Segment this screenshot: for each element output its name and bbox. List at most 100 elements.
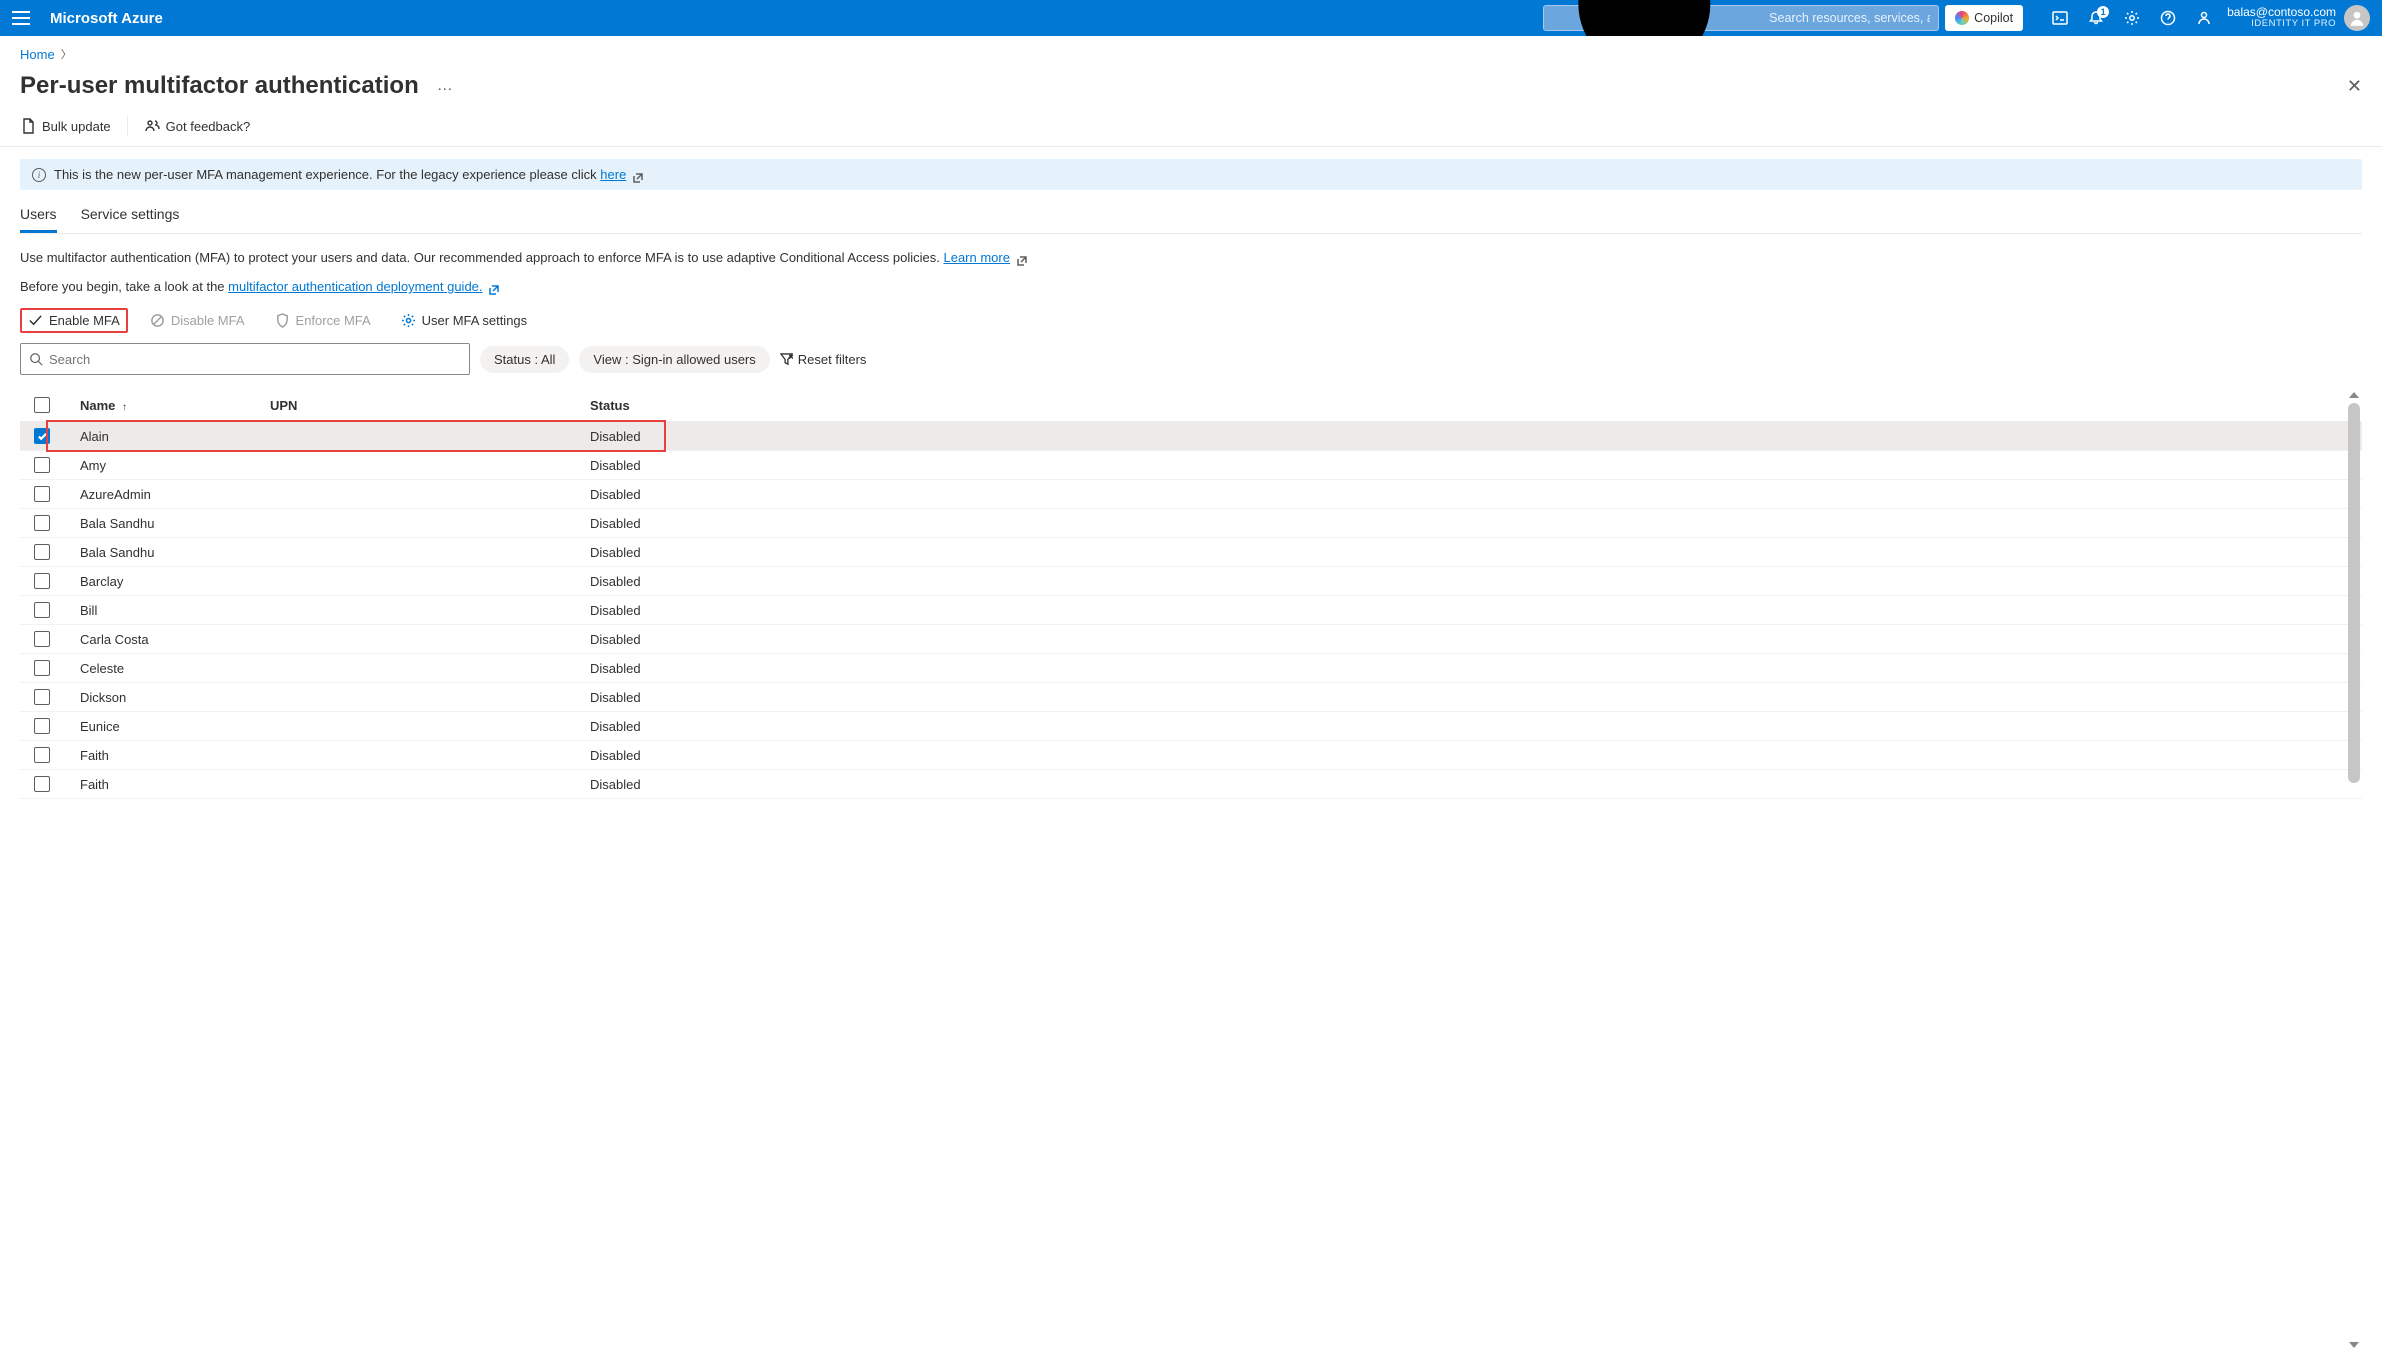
table-row[interactable]: Bala SandhuDisabled [20,538,2362,567]
row-checkbox[interactable] [34,573,50,589]
cell-status: Disabled [590,632,2362,647]
copilot-icon [1955,11,1969,25]
shield-icon [275,313,290,328]
scroll-up-icon[interactable] [2349,392,2359,398]
more-button[interactable]: … [437,77,453,95]
learn-more-link[interactable]: Learn more [943,250,1009,265]
cell-name: Faith [70,777,270,792]
sort-up-icon: ↑ [122,402,127,413]
search-wrap: Copilot [1543,5,2023,31]
scrollbar[interactable] [2346,389,2362,1351]
scroll-thumb[interactable] [2348,403,2360,783]
notification-badge: 1 [2097,6,2109,18]
prohibit-icon [150,313,165,328]
table-row[interactable]: AmyDisabled [20,451,2362,480]
column-upn[interactable]: UPN [270,398,590,413]
search-icon [29,352,43,366]
reset-filters-button[interactable]: Reset filters [780,352,867,367]
copilot-button[interactable]: Copilot [1945,5,2023,31]
row-checkbox[interactable] [34,544,50,560]
tab-service-settings[interactable]: Service settings [81,202,180,233]
row-checkbox[interactable] [34,602,50,618]
global-search[interactable] [1543,5,1939,31]
enable-mfa-button[interactable]: Enable MFA [20,308,128,333]
status-filter[interactable]: Status : All [480,346,569,373]
cell-status: Disabled [590,429,2362,444]
table-row[interactable]: Alain Disabled [20,422,2362,451]
select-all-checkbox[interactable] [34,397,50,413]
cell-name: Amy [70,458,270,473]
disable-mfa-button: Disable MFA [142,308,253,333]
table-row[interactable]: FaithDisabled [20,770,2362,799]
info-banner: i This is the new per-user MFA managemen… [20,159,2362,190]
header-icons: 1 [2051,9,2213,27]
brand-label[interactable]: Microsoft Azure [50,10,163,27]
feedback-icon[interactable] [2195,9,2213,27]
document-icon [20,118,36,134]
table-row[interactable]: EuniceDisabled [20,712,2362,741]
settings-icon[interactable] [2123,9,2141,27]
cell-status: Disabled [590,603,2362,618]
table-row[interactable]: BillDisabled [20,596,2362,625]
row-checkbox[interactable] [34,660,50,676]
gear-icon [401,313,416,328]
row-checkbox[interactable] [34,428,50,444]
cell-name: Dickson [70,690,270,705]
column-status[interactable]: Status [590,398,2362,413]
got-feedback-label: Got feedback? [166,119,251,134]
got-feedback-button[interactable]: Got feedback? [144,118,251,134]
command-toolbar: Bulk update Got feedback? [0,108,2382,147]
cell-name: Faith [70,748,270,763]
copilot-label: Copilot [1974,11,2013,25]
cell-name: Alain [70,429,270,444]
breadcrumb-home[interactable]: Home [20,47,55,62]
table-row[interactable]: BarclayDisabled [20,567,2362,596]
row-checkbox[interactable] [34,486,50,502]
bulk-update-button[interactable]: Bulk update [20,118,111,134]
table-wrap: Name ↑ UPN Status AlainDisabledAmyDisabl… [20,389,2362,1351]
table-row[interactable]: AzureAdminDisabled [20,480,2362,509]
external-link-icon [633,171,643,181]
help-icon[interactable] [2159,9,2177,27]
top-header: Microsoft Azure Copilot 1 balas@c [0,0,2382,36]
scroll-down-icon[interactable] [2349,1342,2359,1348]
user-search-input[interactable] [49,352,461,367]
close-button[interactable]: ✕ [2347,76,2362,97]
avatar [2344,5,2370,31]
row-checkbox[interactable] [34,515,50,531]
table-header: Name ↑ UPN Status [20,389,2362,422]
search-input[interactable] [1769,11,1930,25]
notifications-icon[interactable]: 1 [2087,9,2105,27]
table-row[interactable]: Dickson Disabled [20,683,2362,712]
table-row[interactable]: Carla CostaDisabled [20,625,2362,654]
row-checkbox[interactable] [34,457,50,473]
view-filter[interactable]: View : Sign-in allowed users [579,346,769,373]
tab-users[interactable]: Users [20,202,57,233]
cloud-shell-icon[interactable] [2051,9,2069,27]
cell-status: Disabled [590,545,2362,560]
row-checkbox[interactable] [34,631,50,647]
table-row[interactable]: Bala SandhuDisabled [20,509,2362,538]
user-mfa-settings-button[interactable]: User MFA settings [393,308,535,333]
legacy-link[interactable]: here [600,167,626,182]
column-name[interactable]: Name ↑ [70,398,270,413]
row-checkbox[interactable] [34,747,50,763]
table-row[interactable]: CelesteDisabled [20,654,2362,683]
description-line-1: Use multifactor authentication (MFA) to … [20,250,2362,265]
separator [127,116,128,136]
row-checkbox[interactable] [34,689,50,705]
table-row[interactable]: FaithDisabled [20,741,2362,770]
user-block[interactable]: balas@contoso.com IDENTITY IT PRO [2227,5,2370,31]
row-checkbox[interactable] [34,776,50,792]
external-link-icon [489,283,499,293]
row-checkbox[interactable] [34,718,50,734]
user-text: balas@contoso.com IDENTITY IT PRO [2227,6,2336,30]
cell-status: Disabled [590,690,2362,705]
user-mfa-settings-label: User MFA settings [422,313,527,328]
user-search[interactable] [20,343,470,375]
page-title: Per-user multifactor authentication [20,72,419,100]
hamburger-menu-icon[interactable] [12,11,30,25]
deployment-guide-link[interactable]: multifactor authentication deployment gu… [228,279,482,294]
funnel-icon [780,353,793,366]
user-tenant: IDENTITY IT PRO [2227,19,2336,29]
